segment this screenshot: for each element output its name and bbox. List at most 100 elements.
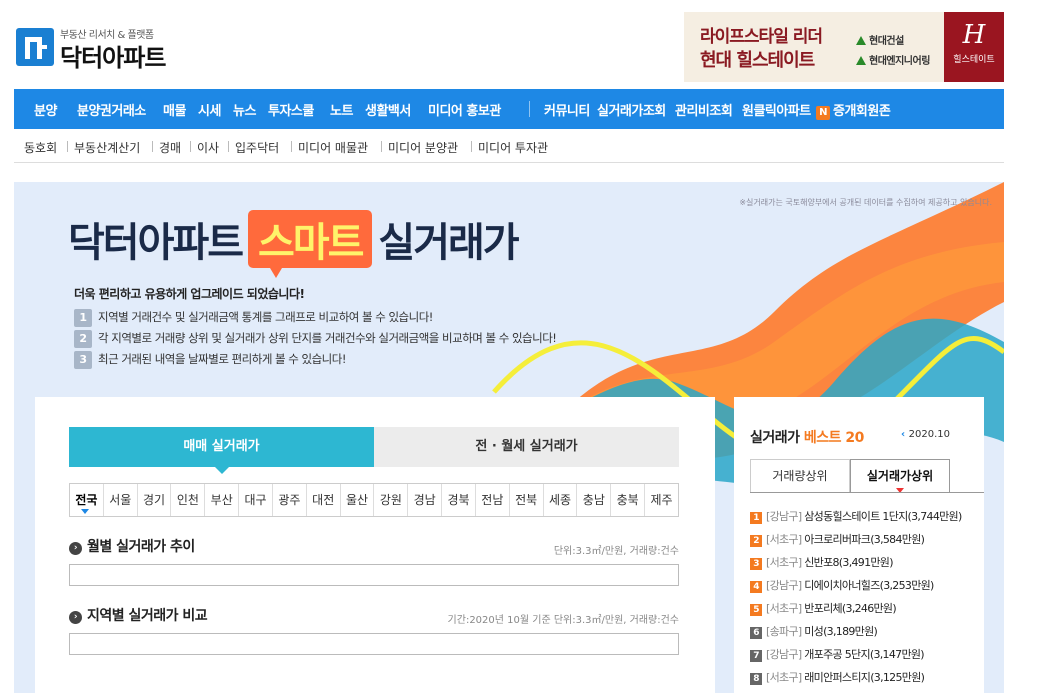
rank-apt: 신반포8(3,491만원) xyxy=(804,556,893,569)
best-list-item[interactable]: 3 [서초구] 신반포8(3,491만원) xyxy=(750,554,894,570)
nav-item-note[interactable]: 노트 xyxy=(330,100,353,119)
hillstate-name: 힐스테이트 xyxy=(953,55,995,65)
hillstate-mark-icon: H xyxy=(962,20,986,50)
nav-item-community[interactable]: 커뮤니티 xyxy=(544,100,590,119)
subnav-club[interactable]: 동호회 xyxy=(24,139,57,156)
region-tab[interactable]: 충북 xyxy=(611,484,646,516)
subnav-divider xyxy=(381,141,382,152)
nav-item-sise[interactable]: 시세 xyxy=(198,100,221,119)
nav-item-bunyang[interactable]: 분양 xyxy=(34,100,57,119)
banner-feature-3: 3 최근 거래된 내역을 날짜별로 편리하게 볼 수 있습니다! xyxy=(74,351,346,369)
rank-apt: 디에이치아너힐즈(3,253만원) xyxy=(804,579,934,592)
subnav-auction[interactable]: 경매 xyxy=(159,139,181,156)
ad-line-1: 라이프스타일 리더 xyxy=(700,27,823,47)
feature-text: 각 지역별로 거래량 상위 및 실거래가 상위 단지를 거래건수와 실거래금액을… xyxy=(98,331,557,345)
best-list-item[interactable]: 6 [송파구] 미성(3,189만원) xyxy=(750,623,878,639)
best-list-item[interactable]: 1 [강남구] 삼성동힐스테이트 1단지(3,744만원) xyxy=(750,508,962,524)
rank-badge: 2 xyxy=(750,535,762,547)
arrow-right-icon: › xyxy=(69,611,82,624)
region-compare-title: 지역별 실거래가 비교 xyxy=(87,608,208,624)
region-tab[interactable]: 광주 xyxy=(273,484,307,516)
region-tab[interactable]: 전국 xyxy=(70,484,104,516)
site-logo[interactable]: 부동산 리서치 & 플랫폼 닥터아파트 xyxy=(16,26,196,72)
nav-item-maemul[interactable]: 매물 xyxy=(163,100,186,119)
rank-badge: 5 xyxy=(750,604,762,616)
subnav-divider xyxy=(67,141,68,152)
region-tab[interactable]: 대전 xyxy=(307,484,341,516)
region-tab[interactable]: 대구 xyxy=(239,484,273,516)
region-tab[interactable]: 전남 xyxy=(476,484,510,516)
nav-item-fee[interactable]: 관리비조회 xyxy=(675,100,733,119)
tab-price-top[interactable]: 실거래가상위 xyxy=(850,459,950,493)
subnav-calculator[interactable]: 부동산계산기 xyxy=(74,139,140,156)
tab-sale-price[interactable]: 매매 실거래가 xyxy=(69,427,374,474)
nav-item-bunyanggwon[interactable]: 분양권거래소 xyxy=(77,100,146,119)
subnav-move-in[interactable]: 입주닥터 xyxy=(235,139,279,156)
best20-title-accent: 베스트 20 xyxy=(803,430,865,446)
nav-item-realprice[interactable]: 실거래가조회 xyxy=(597,100,666,119)
region-tab[interactable]: 경남 xyxy=(408,484,443,516)
region-tab[interactable]: 서울 xyxy=(104,484,138,516)
hillstate-ad-banner[interactable]: 라이프스타일 리더 현대 힐스테이트 현대건설 현대엔지니어링 H 힐스테이트 xyxy=(684,12,1004,82)
banner-title-smart: 스마트 xyxy=(248,210,373,278)
region-tab[interactable]: 충남 xyxy=(577,484,612,516)
rank-area: [강남구] xyxy=(766,579,802,592)
sub-nav: 동호회 부동산계산기 경매 이사 입주닥터 미디어 매물관 미디어 분양관 미디… xyxy=(14,129,1004,163)
region-tab[interactable]: 부산 xyxy=(205,484,240,516)
tab-rent-price[interactable]: 전 · 월세 실거래가 xyxy=(374,427,679,467)
subnav-media-invest[interactable]: 미디어 투자관 xyxy=(478,139,548,156)
price-panel: 매매 실거래가 전 · 월세 실거래가 전국 서울 경기 인천 부산 대구 광주… xyxy=(35,397,715,693)
feature-number: 3 xyxy=(74,351,92,369)
rank-badge: 1 xyxy=(750,512,762,524)
best-list-item[interactable]: 8 [서초구] 래미안퍼스티지(3,125만원) xyxy=(750,669,925,685)
best20-title-main: 실거래가 xyxy=(750,430,800,446)
data-source-notice: ※실거래가는 국토해양부에서 공개된 데이터를 수집하여 제공하고 있습니다. xyxy=(739,198,992,207)
banner-feature-2: 2 각 지역별로 거래량 상위 및 실거래가 상위 단지를 거래건수와 실거래금액… xyxy=(74,330,557,348)
rank-badge: 8 xyxy=(750,673,762,685)
rank-badge: 3 xyxy=(750,558,762,570)
region-tab[interactable]: 경북 xyxy=(442,484,476,516)
region-tab[interactable]: 경기 xyxy=(138,484,172,516)
subnav-divider xyxy=(291,141,292,152)
monthly-trend-unit: 단위:3.3㎡/만원, 거래량:건수 xyxy=(553,546,679,557)
tab-volume-top[interactable]: 거래량상위 xyxy=(750,459,850,493)
region-tab[interactable]: 강원 xyxy=(374,484,409,516)
main-nav: 분양 분양권거래소 매물 시세 뉴스 투자스쿨 노트 생활백서 미디어 홍보관 … xyxy=(14,89,1004,129)
rank-apt: 아크로리버파크(3,584만원) xyxy=(804,533,925,546)
nav-item-invest-school[interactable]: 투자스쿨 xyxy=(268,100,314,119)
region-tab[interactable]: 울산 xyxy=(341,484,375,516)
subnav-media-sale[interactable]: 미디어 분양관 xyxy=(388,139,458,156)
nav-item-life[interactable]: 생활백서 xyxy=(365,100,411,119)
best20-panel: 실거래가 베스트 20 2020.10 거래량상위 실거래가상위 1 [강남구] … xyxy=(734,397,984,693)
nav-item-member-zone[interactable]: N 증개회원존 xyxy=(816,100,891,120)
rank-apt: 래미안퍼스티지(3,125만원) xyxy=(804,671,925,684)
nav-item-news[interactable]: 뉴스 xyxy=(233,100,256,119)
region-tab[interactable]: 세종 xyxy=(544,484,578,516)
region-tab[interactable]: 제주 xyxy=(645,484,678,516)
subnav-media-listing[interactable]: 미디어 매물관 xyxy=(298,139,368,156)
best-list-item[interactable]: 5 [서초구] 반포리체(3,246만원) xyxy=(750,600,897,616)
region-tabs: 전국 서울 경기 인천 부산 대구 광주 대전 울산 강원 경남 경북 전남 전… xyxy=(69,483,679,517)
best-list-item[interactable]: 7 [강남구] 개포주공 5단지(3,147만원) xyxy=(750,646,925,662)
feature-number: 1 xyxy=(74,309,92,327)
best20-date-selector[interactable]: 2020.10 xyxy=(901,429,950,440)
nav-item-media-pr[interactable]: 미디어 홍보관 xyxy=(428,100,501,119)
best20-title: 실거래가 베스트 20 xyxy=(750,427,864,447)
rank-area: [서초구] xyxy=(766,602,802,615)
monthly-trend-heading: › 월별 실거래가 추이 xyxy=(69,536,195,556)
subnav-moving[interactable]: 이사 xyxy=(197,139,219,156)
ad-line-2: 현대 힐스테이트 xyxy=(700,50,815,71)
rank-apt: 개포주공 5단지(3,147만원) xyxy=(804,648,924,661)
new-badge-icon: N xyxy=(816,106,830,120)
subnav-divider xyxy=(190,141,191,152)
region-tab[interactable]: 인천 xyxy=(171,484,206,516)
best-list-item[interactable]: 2 [서초구] 아크로리버파크(3,584만원) xyxy=(750,531,925,547)
region-tab[interactable]: 전북 xyxy=(510,484,544,516)
rank-area: [서초구] xyxy=(766,533,802,546)
nav-item-oneclick[interactable]: 원클릭아파트 xyxy=(742,100,811,119)
best-list-item[interactable]: 4 [강남구] 디에이치아너힐즈(3,253만원) xyxy=(750,577,934,593)
banner-subtitle: 더욱 편리하고 유용하게 업그레이드 되었습니다! xyxy=(74,287,305,301)
ad-brand-hyundai-eng: 현대엔지니어링 xyxy=(856,52,930,67)
rank-area: [서초구] xyxy=(766,556,802,569)
logo-mark-icon xyxy=(16,28,54,66)
